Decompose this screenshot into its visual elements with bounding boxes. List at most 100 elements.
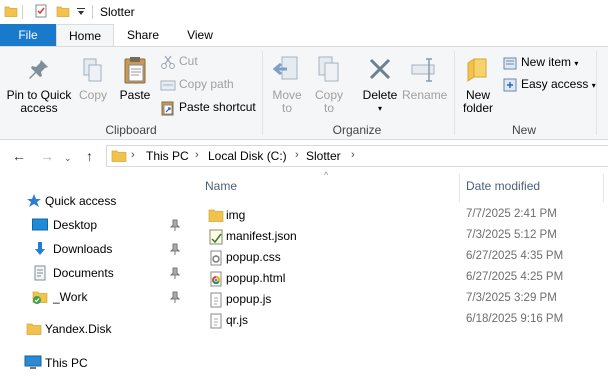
new-folder-button[interactable]: New folder bbox=[458, 55, 498, 115]
back-arrow-icon[interactable]: ← bbox=[12, 148, 26, 164]
folder-icon[interactable] bbox=[4, 4, 18, 21]
copy-path-button[interactable]: Copy path bbox=[160, 74, 234, 94]
copy-path-label: Copy path bbox=[179, 77, 234, 91]
file-name: qr.js bbox=[226, 313, 249, 327]
chevron-right-icon[interactable]: › bbox=[351, 149, 355, 161]
folder-icon bbox=[111, 149, 127, 166]
address-bar[interactable]: › This PC › Local Disk (C:) › Slotter › bbox=[106, 145, 608, 167]
computer-icon bbox=[24, 355, 42, 374]
desktop-icon bbox=[32, 217, 48, 236]
file-name: img bbox=[226, 208, 246, 222]
nav-label: Quick access bbox=[45, 194, 117, 208]
file-name: popup.html bbox=[226, 271, 286, 285]
up-arrow-icon[interactable]: ↑ bbox=[86, 148, 93, 164]
nav-yandex-disk[interactable]: Yandex.Disk bbox=[0, 318, 186, 340]
window-title: Slotter bbox=[100, 5, 135, 19]
move-to-button[interactable]: Move to bbox=[268, 55, 306, 115]
column-header-date-modified[interactable]: Date modified bbox=[466, 178, 596, 202]
file-row[interactable]: popup.js 7/3/2025 3:29 PM bbox=[186, 289, 608, 310]
ribbon-tabs: File Home Share View bbox=[0, 24, 608, 47]
copy-to-icon bbox=[318, 56, 339, 82]
divider bbox=[22, 5, 23, 19]
json-file-icon bbox=[208, 229, 224, 248]
file-row[interactable]: popup.html 6/27/2025 4:25 PM bbox=[186, 268, 608, 289]
paste-label: Paste bbox=[119, 88, 151, 102]
new-item-label: New item bbox=[521, 55, 572, 69]
column-name-label: Name bbox=[205, 179, 238, 193]
copy-button[interactable]: Copy bbox=[76, 57, 110, 102]
new-item-icon bbox=[503, 57, 517, 70]
file-list: ^ Name Date modified img 7/7/2025 2:41 P… bbox=[186, 170, 608, 380]
divider bbox=[596, 51, 597, 135]
chevron-right-icon[interactable]: › bbox=[131, 149, 135, 161]
recent-locations-chevron-icon[interactable]: ⌄ bbox=[64, 150, 72, 166]
file-row[interactable]: manifest.json 7/3/2025 5:12 PM bbox=[186, 226, 608, 247]
download-arrow-icon bbox=[32, 241, 48, 260]
easy-access-label: Easy access bbox=[521, 77, 589, 91]
nav-label: Downloads bbox=[53, 242, 113, 256]
pin-icon[interactable] bbox=[169, 267, 181, 282]
folder-icon bbox=[208, 208, 224, 226]
css-file-icon bbox=[208, 250, 224, 269]
cut-button[interactable]: Cut bbox=[160, 51, 198, 71]
delete-x-icon bbox=[369, 58, 391, 80]
nav-documents[interactable]: Documents bbox=[0, 262, 186, 284]
new-folder-quick-icon[interactable] bbox=[56, 4, 70, 21]
file-row[interactable]: img 7/7/2025 2:41 PM bbox=[186, 205, 608, 226]
divider[interactable] bbox=[603, 174, 604, 202]
nav-label: Documents bbox=[53, 266, 114, 280]
chevron-down-icon: ▾ bbox=[574, 59, 579, 68]
breadcrumb-this-pc[interactable]: This PC bbox=[146, 149, 189, 163]
tab-file[interactable]: File bbox=[0, 24, 56, 46]
new-folder-icon bbox=[467, 58, 487, 82]
synced-folder-icon bbox=[32, 289, 48, 308]
divider[interactable] bbox=[459, 174, 460, 202]
breadcrumb-local-disk[interactable]: Local Disk (C:) bbox=[208, 149, 287, 163]
new-group-label: New bbox=[511, 123, 536, 137]
chevron-right-icon[interactable]: › bbox=[195, 149, 199, 161]
paste-shortcut-button[interactable]: Paste shortcut bbox=[160, 97, 256, 117]
nav-quick-access[interactable]: Quick access bbox=[0, 190, 186, 212]
nav-desktop[interactable]: Desktop bbox=[0, 214, 186, 236]
breadcrumb-slotter[interactable]: Slotter bbox=[306, 149, 341, 163]
nav-downloads[interactable]: Downloads bbox=[0, 238, 186, 260]
file-date: 6/27/2025 4:35 PM bbox=[466, 250, 564, 262]
chevron-down-icon: ▾ bbox=[377, 104, 382, 113]
paste-shortcut-label: Paste shortcut bbox=[179, 100, 256, 114]
nav-label: Desktop bbox=[53, 218, 98, 232]
file-date: 7/7/2025 2:41 PM bbox=[466, 208, 557, 220]
chrome-html-icon bbox=[208, 271, 224, 290]
nav-work[interactable]: _Work bbox=[0, 286, 186, 308]
easy-access-button[interactable]: Easy access ▾ bbox=[502, 74, 596, 94]
forward-arrow-icon[interactable]: → bbox=[40, 148, 54, 164]
file-row[interactable]: popup.css 6/27/2025 4:35 PM bbox=[186, 247, 608, 268]
file-date: 7/3/2025 5:12 PM bbox=[466, 229, 557, 241]
pin-icon[interactable] bbox=[169, 219, 181, 234]
organize-group-label: Organize bbox=[332, 123, 382, 137]
pin-to-quick-access-button[interactable]: Pin to Quick access bbox=[4, 57, 74, 115]
move-to-label-2: to bbox=[281, 101, 292, 115]
navigation-pane: Quick access Desktop Downloads Documents bbox=[0, 172, 186, 380]
tab-share[interactable]: Share bbox=[114, 24, 172, 46]
rename-label: Rename bbox=[402, 88, 448, 102]
column-header-name[interactable]: Name bbox=[205, 178, 457, 202]
chevron-right-icon[interactable]: › bbox=[295, 149, 299, 161]
copy-to-label-2: to bbox=[323, 101, 334, 115]
new-item-button[interactable]: New item ▾ bbox=[502, 52, 578, 72]
tab-home[interactable]: Home bbox=[56, 24, 114, 47]
file-row[interactable]: qr.js 6/18/2025 9:16 PM bbox=[186, 310, 608, 331]
pin-label-2: access bbox=[20, 101, 58, 115]
copy-to-button[interactable]: Copy to bbox=[310, 55, 348, 115]
nav-label: Yandex.Disk bbox=[45, 322, 112, 336]
paste-button[interactable]: Paste bbox=[116, 55, 154, 102]
customize-toolbar-icon[interactable] bbox=[76, 6, 86, 20]
properties-icon[interactable] bbox=[34, 4, 48, 21]
nav-this-pc[interactable]: This PC bbox=[0, 352, 186, 374]
title-bar: Slotter bbox=[0, 0, 608, 24]
tab-view[interactable]: View bbox=[172, 24, 228, 46]
file-date: 7/3/2025 3:29 PM bbox=[466, 292, 557, 304]
pin-icon[interactable] bbox=[169, 243, 181, 258]
delete-button[interactable]: Delete ▾ bbox=[360, 55, 400, 115]
pin-icon[interactable] bbox=[169, 291, 181, 306]
rename-button[interactable]: Rename bbox=[402, 55, 448, 102]
